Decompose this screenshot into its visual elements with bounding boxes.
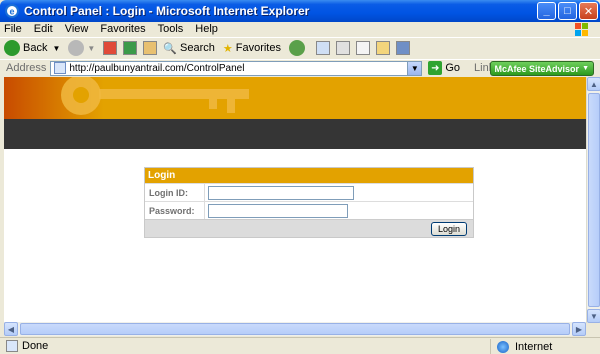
status-bar: Done Internet <box>0 337 600 354</box>
back-button[interactable]: Back ▼ <box>4 40 60 56</box>
star-icon: ★ <box>222 42 233 55</box>
maximize-button[interactable]: □ <box>558 2 577 20</box>
vertical-scroll-thumb[interactable] <box>588 93 600 307</box>
mcafee-label: McAfee SiteAdvisor <box>494 63 580 74</box>
password-row: Password: <box>145 201 473 219</box>
menu-help[interactable]: Help <box>195 23 218 35</box>
stop-icon[interactable] <box>103 41 118 55</box>
menu-tools[interactable]: Tools <box>158 23 184 35</box>
menu-view[interactable]: View <box>65 23 89 35</box>
address-label: Address <box>6 62 47 74</box>
password-label: Password: <box>145 202 205 219</box>
mcafee-siteadvisor-button[interactable]: McAfee SiteAdvisor ▼ <box>489 61 594 76</box>
address-dropdown-icon[interactable]: ▼ <box>407 61 422 75</box>
login-button[interactable]: Login <box>430 222 467 236</box>
horizontal-scrollbar[interactable]: ◀ ▶ <box>4 322 586 336</box>
globe-icon <box>497 340 509 353</box>
page-viewport: Login Login ID: Password: Login <box>4 77 586 323</box>
print-icon[interactable] <box>336 41 350 55</box>
login-id-row: Login ID: <box>145 183 473 201</box>
search-icon: 🔍 <box>163 42 178 55</box>
discuss-icon[interactable] <box>376 41 390 55</box>
login-form: Login Login ID: Password: Login <box>144 167 474 238</box>
close-button[interactable]: ✕ <box>579 2 598 20</box>
search-label: Search <box>180 42 215 54</box>
back-arrow-icon <box>4 40 20 56</box>
refresh-icon[interactable] <box>123 41 138 55</box>
menu-edit[interactable]: Edit <box>34 23 53 35</box>
key-graphic-icon <box>61 77 249 115</box>
mail-icon[interactable] <box>316 41 330 55</box>
standard-toolbar: Back ▼ ▼ 🔍 Search ★ Favorites <box>0 37 600 58</box>
scroll-left-icon[interactable]: ◀ <box>4 322 18 336</box>
go-arrow-icon: ➜ <box>428 61 443 75</box>
history-icon[interactable] <box>289 40 305 56</box>
messenger-icon[interactable] <box>396 41 410 55</box>
forward-button[interactable]: ▼ <box>68 40 95 56</box>
address-url[interactable]: http://paulbunyantrail.com/ControlPanel <box>69 63 244 74</box>
favorites-button[interactable]: ★ Favorites <box>223 42 281 55</box>
address-bar: Address http://paulbunyantrail.com/Contr… <box>0 59 600 76</box>
password-input[interactable] <box>208 203 348 218</box>
page-done-icon <box>6 340 18 352</box>
menu-favorites[interactable]: Favorites <box>100 23 145 35</box>
scroll-up-icon[interactable]: ▲ <box>587 77 600 91</box>
scroll-down-icon[interactable]: ▼ <box>587 309 600 323</box>
search-button[interactable]: 🔍 Search <box>163 42 215 55</box>
login-footer: Login <box>145 219 473 237</box>
header-dark-band <box>4 119 586 149</box>
window-title-bar[interactable]: e Control Panel : Login - Microsoft Inte… <box>0 0 600 22</box>
svg-text:e: e <box>9 7 14 17</box>
status-text: Done <box>22 340 49 352</box>
address-input[interactable]: http://paulbunyantrail.com/ControlPanel … <box>50 60 423 76</box>
menu-file[interactable]: File <box>4 23 22 35</box>
zone-label: Internet <box>515 340 553 353</box>
vertical-scrollbar[interactable]: ▲ ▼ <box>586 77 600 323</box>
favorites-label: Favorites <box>235 42 281 54</box>
back-label: Back <box>23 42 48 54</box>
scroll-right-icon[interactable]: ▶ <box>572 322 586 336</box>
header-banner <box>4 77 586 119</box>
mcafee-dropdown-icon[interactable]: ▼ <box>582 65 589 72</box>
security-zone[interactable]: Internet <box>490 339 600 354</box>
forward-arrow-icon <box>68 40 85 56</box>
window-title: Control Panel : Login - Microsoft Intern… <box>24 4 310 18</box>
login-header: Login <box>145 168 473 183</box>
page-icon <box>54 62 67 74</box>
go-label: Go <box>445 62 461 74</box>
horizontal-scroll-thumb[interactable] <box>20 323 570 335</box>
login-id-label: Login ID: <box>145 184 205 201</box>
forward-dropdown-icon[interactable]: ▼ <box>87 44 95 53</box>
minimize-button[interactable]: _ <box>537 2 556 20</box>
edit-icon[interactable] <box>356 41 370 55</box>
login-id-input[interactable] <box>208 185 354 200</box>
menu-bar: File Edit View Favorites Tools Help <box>0 22 600 36</box>
go-button[interactable]: ➜ Go <box>428 61 460 75</box>
home-icon[interactable] <box>143 41 158 55</box>
internet-explorer-icon: e <box>5 4 19 18</box>
back-dropdown-icon[interactable]: ▼ <box>52 44 60 53</box>
windows-logo-icon <box>575 23 588 36</box>
